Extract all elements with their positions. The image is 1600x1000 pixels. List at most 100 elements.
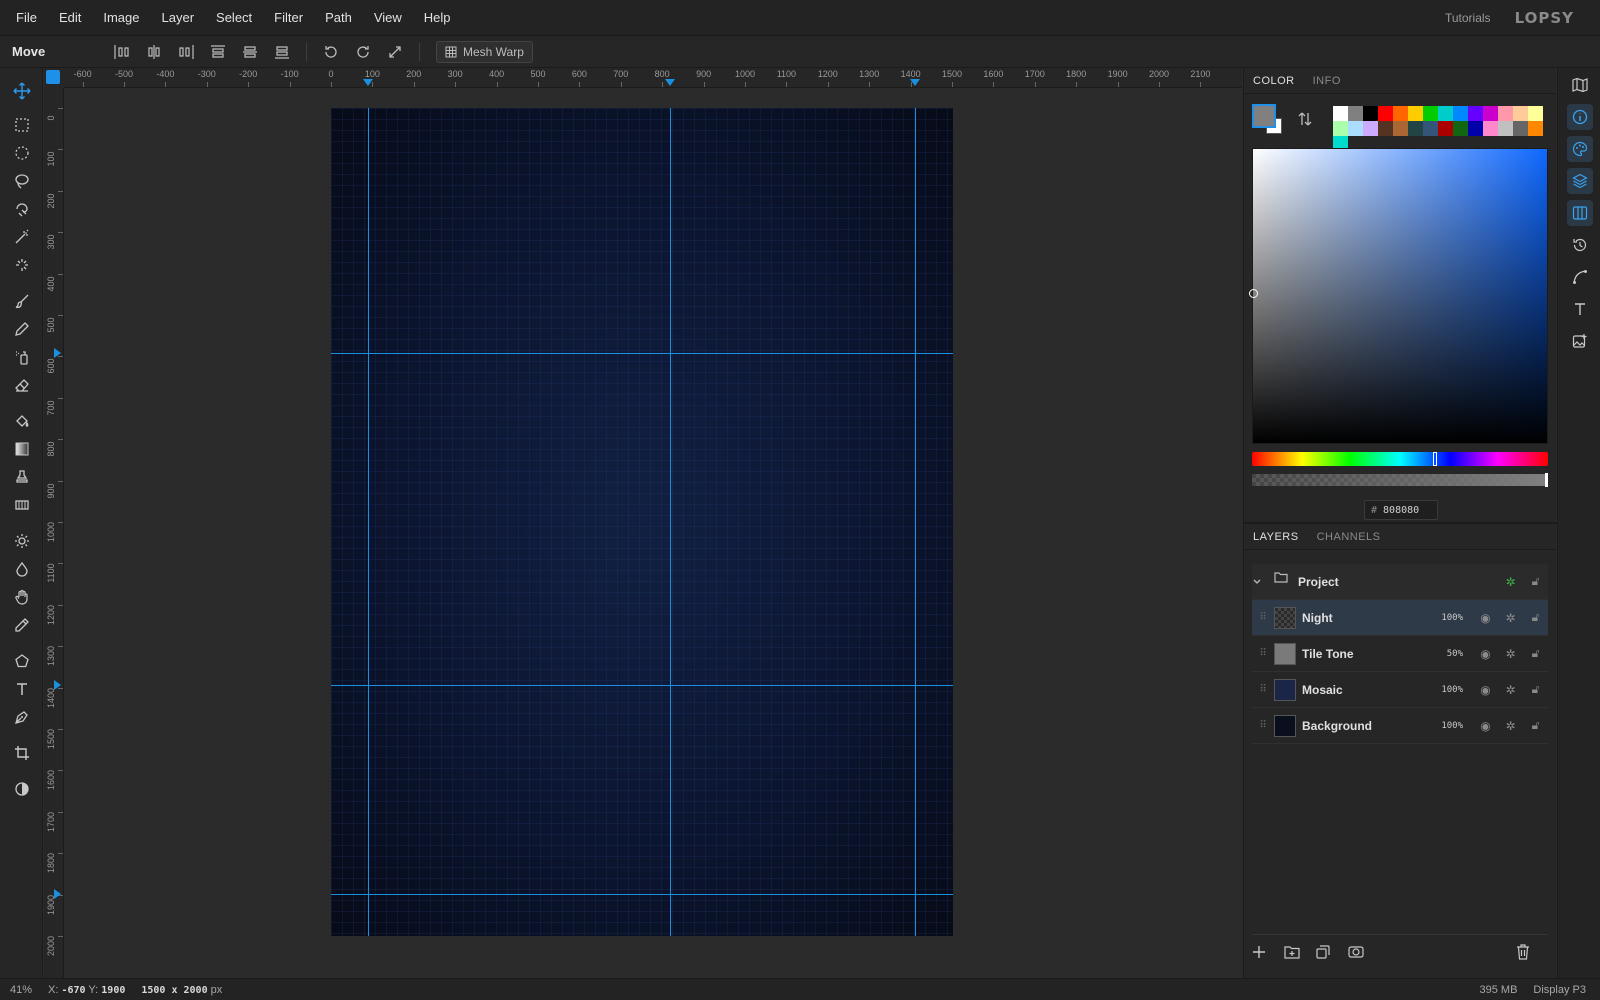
color-swatch[interactable] bbox=[1423, 106, 1438, 121]
spray-icon[interactable] bbox=[8, 344, 36, 370]
layer-row[interactable]: ⠿ Mosaic 100% ◉ ✲ 🔓︎ bbox=[1252, 672, 1548, 708]
magic-wand-icon[interactable] bbox=[8, 224, 36, 250]
menu-file[interactable]: File bbox=[16, 10, 49, 25]
gradient-icon[interactable] bbox=[8, 436, 36, 462]
guide-marker[interactable] bbox=[54, 889, 61, 899]
magnetic-lasso-icon[interactable] bbox=[8, 196, 36, 222]
layer-row[interactable]: ⠿ Background 100% ◉ ✲ 🔓︎ bbox=[1252, 708, 1548, 744]
lock-icon[interactable]: 🔓︎ bbox=[1523, 682, 1548, 697]
tab-color[interactable]: COLOR bbox=[1244, 75, 1304, 93]
color-swatch[interactable] bbox=[1468, 121, 1483, 136]
color-palette-icon[interactable] bbox=[1567, 136, 1593, 162]
color-swatch[interactable] bbox=[1393, 121, 1408, 136]
character-icon[interactable] bbox=[1567, 296, 1593, 322]
hand-icon[interactable] bbox=[8, 584, 36, 610]
layers-icon[interactable] bbox=[1567, 168, 1593, 194]
layer-opacity[interactable]: 100% bbox=[1421, 721, 1463, 731]
hue-slider[interactable] bbox=[1252, 452, 1548, 466]
menu-view[interactable]: View bbox=[374, 10, 414, 25]
guide-marker[interactable] bbox=[363, 79, 373, 86]
eye-icon[interactable]: ◉ bbox=[1473, 647, 1498, 661]
color-swatch[interactable] bbox=[1333, 121, 1348, 136]
color-swatch[interactable] bbox=[1348, 121, 1363, 136]
horizontal-guide[interactable] bbox=[331, 353, 953, 354]
rect-select-icon[interactable] bbox=[8, 112, 36, 138]
lasso-icon[interactable] bbox=[8, 168, 36, 194]
ellipse-select-icon[interactable] bbox=[8, 140, 36, 166]
menu-layer[interactable]: Layer bbox=[162, 10, 207, 25]
guide-marker[interactable] bbox=[54, 680, 61, 690]
duplicate-layer-icon[interactable] bbox=[1316, 944, 1348, 959]
pencil-icon[interactable] bbox=[8, 316, 36, 342]
contrast-icon[interactable] bbox=[8, 776, 36, 802]
stamp-icon[interactable] bbox=[8, 464, 36, 490]
color-swatch[interactable] bbox=[1453, 106, 1468, 121]
fg-bg-colors[interactable] bbox=[1252, 104, 1286, 136]
color-swatch[interactable] bbox=[1468, 106, 1483, 121]
saturation-value-picker[interactable] bbox=[1249, 148, 1548, 444]
color-swatch[interactable] bbox=[1453, 121, 1468, 136]
effects-icon[interactable]: ✲ bbox=[1498, 611, 1523, 625]
color-swatch[interactable] bbox=[1333, 106, 1348, 121]
move-tool-icon[interactable] bbox=[8, 78, 36, 104]
ruler-corner[interactable] bbox=[44, 68, 64, 88]
align-right-icon[interactable] bbox=[170, 41, 202, 63]
type-tool-icon[interactable] bbox=[8, 676, 36, 702]
color-profile[interactable]: Display P3 bbox=[1533, 984, 1586, 996]
color-swatch[interactable] bbox=[1378, 121, 1393, 136]
effects-icon[interactable]: ✲ bbox=[1498, 719, 1523, 733]
workspace[interactable] bbox=[64, 88, 1242, 978]
align-bottom-icon[interactable] bbox=[266, 41, 298, 63]
zoom-level[interactable]: 41% bbox=[0, 984, 44, 996]
menu-filter[interactable]: Filter bbox=[274, 10, 315, 25]
picker-handle[interactable] bbox=[1249, 289, 1258, 298]
menu-help[interactable]: Help bbox=[424, 10, 463, 25]
layer-group-row[interactable]: Project ✲ 🔓︎ bbox=[1252, 564, 1548, 600]
color-swatch[interactable] bbox=[1438, 106, 1453, 121]
color-swatch[interactable] bbox=[1423, 121, 1438, 136]
swap-colors-icon[interactable] bbox=[1298, 111, 1312, 127]
vertical-guide[interactable] bbox=[368, 108, 369, 936]
horizontal-ruler[interactable]: -600 -500 -400 -300 -200 -100 0 100 200 300 400 500… bbox=[64, 68, 1242, 88]
layer-opacity[interactable]: 100% bbox=[1421, 685, 1463, 695]
tab-channels[interactable]: CHANNELS bbox=[1308, 531, 1390, 549]
lock-icon[interactable]: 🔓︎ bbox=[1523, 610, 1548, 625]
drag-handle-icon[interactable]: ⠿ bbox=[1252, 612, 1274, 623]
color-swatch[interactable] bbox=[1363, 121, 1378, 136]
color-swatch[interactable] bbox=[1513, 121, 1528, 136]
effects-icon[interactable]: ✲ bbox=[1498, 575, 1523, 589]
brush-icon[interactable] bbox=[8, 288, 36, 314]
eye-icon[interactable]: ◉ bbox=[1473, 683, 1498, 697]
eraser-icon[interactable] bbox=[8, 372, 36, 398]
add-image-icon[interactable] bbox=[1567, 328, 1593, 354]
pen-icon[interactable] bbox=[8, 704, 36, 730]
layer-opacity[interactable]: 100% bbox=[1421, 613, 1463, 623]
align-left-icon[interactable] bbox=[106, 41, 138, 63]
tutorials-link[interactable]: Tutorials bbox=[1445, 11, 1491, 25]
eyedropper-icon[interactable] bbox=[8, 612, 36, 638]
guide-marker[interactable] bbox=[910, 79, 920, 86]
color-swatch[interactable] bbox=[1363, 106, 1378, 121]
color-swatch[interactable] bbox=[1483, 106, 1498, 121]
trash-icon[interactable] bbox=[1516, 943, 1548, 960]
rotate-cw-icon[interactable] bbox=[347, 41, 379, 63]
drag-handle-icon[interactable]: ⠿ bbox=[1252, 648, 1274, 659]
color-swatch[interactable] bbox=[1498, 121, 1513, 136]
chevron-down-icon[interactable] bbox=[1252, 577, 1274, 587]
layer-row[interactable]: ⠿ Night 100% ◉ ✲ 🔓︎ bbox=[1252, 600, 1548, 636]
history-icon[interactable] bbox=[1567, 232, 1593, 258]
expand-icon[interactable] bbox=[379, 41, 411, 63]
pattern-stamp-icon[interactable] bbox=[8, 492, 36, 518]
lock-icon[interactable]: 🔓︎ bbox=[1523, 646, 1548, 661]
effects-icon[interactable]: ✲ bbox=[1498, 647, 1523, 661]
add-layer-icon[interactable] bbox=[1252, 945, 1284, 959]
horizontal-guide[interactable] bbox=[331, 894, 953, 895]
lock-icon[interactable]: 🔓︎ bbox=[1523, 718, 1548, 733]
drag-handle-icon[interactable]: ⠿ bbox=[1252, 684, 1274, 695]
tab-info[interactable]: INFO bbox=[1304, 75, 1350, 93]
align-center-h-icon[interactable] bbox=[138, 41, 170, 63]
color-swatch[interactable] bbox=[1408, 121, 1423, 136]
tab-layers[interactable]: LAYERS bbox=[1244, 531, 1308, 549]
crop-icon[interactable] bbox=[8, 740, 36, 766]
color-swatch[interactable] bbox=[1438, 121, 1453, 136]
